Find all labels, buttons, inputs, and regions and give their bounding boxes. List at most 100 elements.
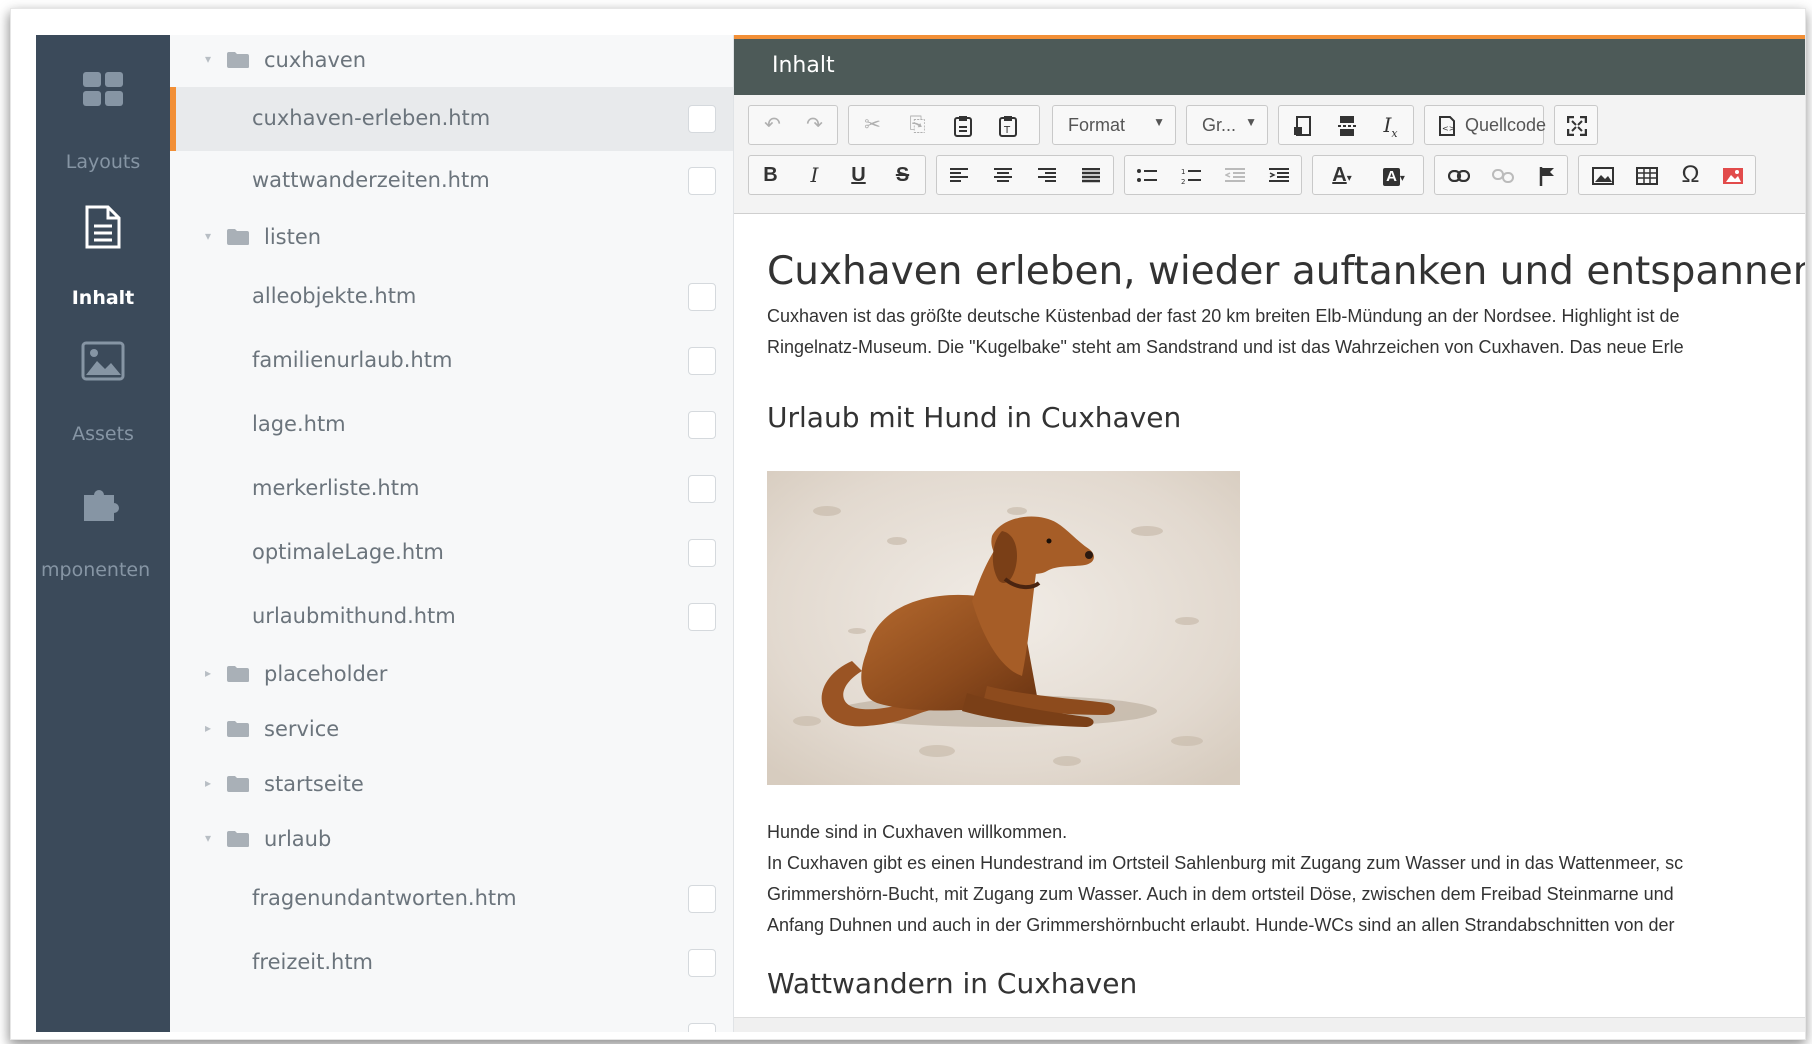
tree-file-row[interactable]: wattwanderzeiten.htm — [170, 151, 733, 211]
show-blocks-icon[interactable] — [1281, 106, 1324, 144]
tree-folder-row[interactable]: ▾ listen — [170, 211, 733, 265]
file-checkbox[interactable] — [688, 167, 716, 195]
document-heading: Cuxhaven erleben, wieder auftanken und e… — [767, 249, 1805, 294]
background-color-icon[interactable]: A ▾ — [1369, 156, 1419, 194]
tree-folder-row[interactable]: ▸ service — [170, 703, 733, 757]
caret-right-icon[interactable]: ▸ — [205, 666, 211, 680]
align-right-icon[interactable] — [1025, 156, 1068, 194]
tree-file-row[interactable]: merkerliste.htm — [170, 457, 733, 521]
document-icon — [84, 205, 122, 254]
caret-right-icon[interactable]: ▸ — [205, 776, 211, 790]
sidebar-item-inhalt[interactable]: Inhalt — [36, 193, 170, 313]
file-checkbox[interactable] — [688, 347, 716, 375]
tree-file-row[interactable]: familienurlaub.htm — [170, 329, 733, 393]
tree-file-row[interactable]: freizeit.htm — [170, 931, 733, 995]
copy-icon[interactable]: ⎘ — [896, 106, 939, 144]
app-window: Layouts Inhalt Assets mponenten ▾ cuxhav… — [10, 8, 1806, 1040]
strikethrough-icon[interactable]: S — [881, 156, 924, 194]
file-checkbox[interactable] — [688, 603, 716, 631]
svg-text:<>: <> — [1442, 124, 1455, 133]
redo-icon[interactable]: ↷ — [793, 106, 836, 144]
editor-toolbar: ↶ ↷ ✂ ⎘ T Format ▼ Gr... ▼ Ix <> Quellco… — [734, 95, 1805, 214]
caret-down-icon[interactable]: ▾ — [205, 229, 211, 243]
sidebar-item-assets[interactable]: Assets — [36, 329, 170, 449]
sidebar-item-label: Inhalt — [71, 287, 135, 309]
file-checkbox[interactable] — [688, 1023, 716, 1032]
page-break-icon[interactable] — [1325, 106, 1368, 144]
italic-icon[interactable]: I — [793, 156, 836, 194]
tree-folder-row[interactable]: ▸ placeholder — [170, 647, 733, 703]
editor-horizontal-scrollbar[interactable] — [734, 1017, 1805, 1032]
file-name: familienurlaub.htm — [252, 348, 453, 372]
tree-file-row[interactable]: lage.htm — [170, 393, 733, 457]
caret-down-icon[interactable]: ▾ — [205, 52, 211, 66]
folder-icon — [226, 720, 250, 738]
insert-media-icon[interactable] — [1711, 156, 1754, 194]
outdent-icon[interactable] — [1213, 156, 1256, 194]
tree-file-row[interactable]: cuxhaven-erleben.htm — [170, 87, 733, 151]
indent-icon[interactable] — [1257, 156, 1300, 194]
file-checkbox[interactable] — [688, 885, 716, 913]
anchor-flag-icon[interactable] — [1525, 156, 1568, 194]
align-left-icon[interactable] — [937, 156, 980, 194]
link-group — [1434, 155, 1568, 195]
format-label: Format — [1068, 115, 1126, 135]
sidebar-item-label: mponenten — [41, 559, 151, 581]
file-checkbox[interactable] — [688, 475, 716, 503]
dog-line-2: In Cuxhaven gibt es einen Hundestrand im… — [767, 853, 1684, 873]
layouts-icon — [82, 71, 124, 112]
paste-text-icon[interactable]: T — [986, 106, 1029, 144]
file-checkbox[interactable] — [688, 949, 716, 977]
dog-on-beach-image[interactable] — [767, 471, 1240, 785]
caret-right-icon[interactable]: ▸ — [205, 721, 211, 735]
bulleted-list-icon[interactable] — [1125, 156, 1168, 194]
remove-format-icon[interactable]: Ix — [1369, 106, 1412, 144]
tree-file-row[interactable]: fragenundantworten.htm — [170, 867, 733, 931]
maximize-icon[interactable] — [1555, 106, 1598, 144]
special-char-icon[interactable]: Ω — [1669, 156, 1712, 194]
folder-name: startseite — [264, 772, 364, 796]
paste-icon[interactable] — [941, 106, 984, 144]
file-checkbox[interactable] — [688, 105, 716, 133]
file-checkbox[interactable] — [688, 283, 716, 311]
undo-icon[interactable]: ↶ — [751, 106, 794, 144]
cut-icon[interactable]: ✂ — [851, 106, 894, 144]
caret-down-icon[interactable]: ▾ — [205, 831, 211, 845]
unlink-icon[interactable] — [1481, 156, 1524, 194]
sidebar-item-komponenten[interactable]: mponenten — [36, 465, 170, 585]
folder-icon — [226, 51, 250, 69]
insert-table-icon[interactable] — [1625, 156, 1668, 194]
dog-line-1: Hunde sind in Cuxhaven willkommen. — [767, 822, 1068, 842]
puzzle-icon — [82, 483, 124, 528]
source-button[interactable]: <> Quellcode — [1424, 105, 1546, 145]
image-icon — [81, 341, 125, 386]
intro-line-1: Cuxhaven ist das größte deutsche Küstenb… — [767, 306, 1680, 326]
file-name: cuxhaven-erleben.htm — [252, 106, 491, 130]
tree-file-row[interactable]: urlaubmithund.htm — [170, 585, 733, 649]
folder-name: cuxhaven — [264, 48, 367, 72]
text-color-icon[interactable]: A▾ — [1317, 156, 1367, 194]
align-justify-icon[interactable] — [1069, 156, 1112, 194]
file-name: urlaubmithund.htm — [252, 604, 456, 628]
file-checkbox[interactable] — [688, 411, 716, 439]
align-center-icon[interactable] — [981, 156, 1024, 194]
sidebar-item-layouts[interactable]: Layouts — [36, 57, 170, 177]
insert-image-icon[interactable] — [1581, 156, 1624, 194]
link-icon[interactable] — [1437, 156, 1480, 194]
bold-icon[interactable]: B — [749, 156, 792, 194]
tree-file-row[interactable]: alleobjekte.htm — [170, 265, 733, 329]
format-dropdown[interactable]: Format ▼ — [1052, 105, 1176, 145]
tree-folder-row[interactable]: ▾ cuxhaven — [170, 35, 733, 87]
tree-folder-row[interactable]: ▸ startseite — [170, 757, 733, 813]
font-size-dropdown[interactable]: Gr... ▼ — [1186, 105, 1268, 145]
numbered-list-icon[interactable]: 12 — [1169, 156, 1212, 194]
list-group: 12 — [1124, 155, 1302, 195]
tree-folder-row[interactable]: ▾ urlaub — [170, 813, 733, 867]
underline-icon[interactable]: U — [837, 156, 880, 194]
file-name: fragenundantworten.htm — [252, 886, 517, 910]
color-group: A▾ A ▾ — [1312, 155, 1424, 195]
block-tools-group: Ix — [1278, 105, 1414, 145]
file-checkbox[interactable] — [688, 539, 716, 567]
folder-name: listen — [264, 225, 322, 249]
tree-file-row[interactable]: optimaleLage.htm — [170, 521, 733, 585]
